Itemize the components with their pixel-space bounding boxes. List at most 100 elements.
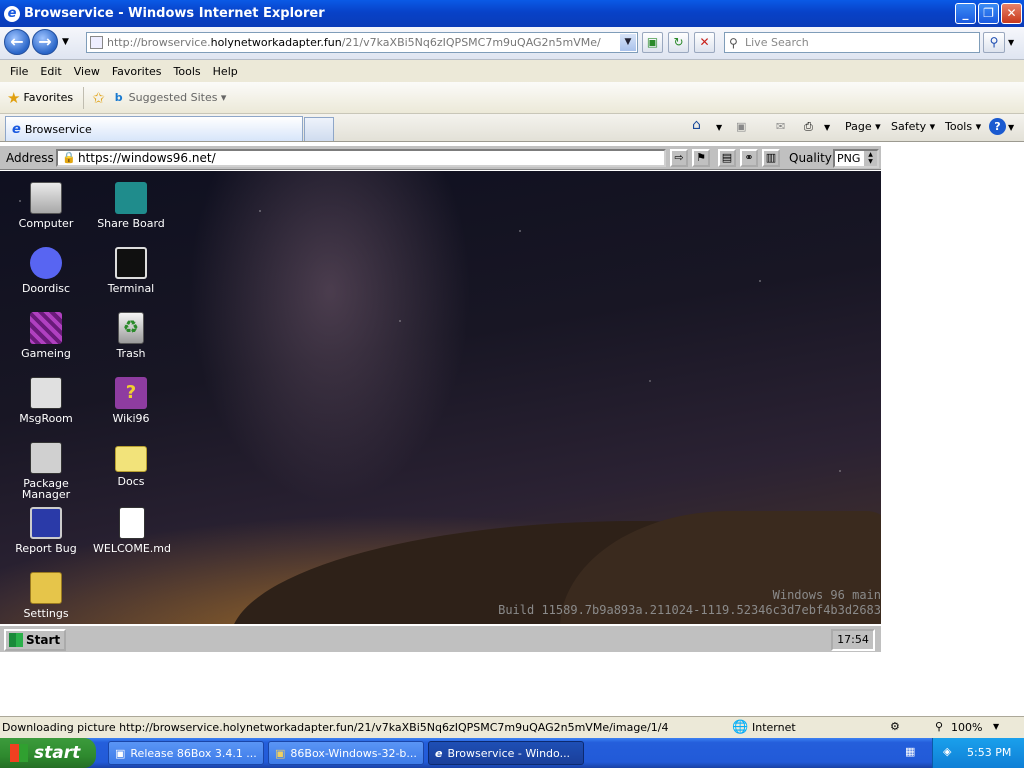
start-button[interactable]: . start [0, 738, 96, 768]
browservice-toolbar: Address 🔒 https://windows96.net/ ⇨ ⚑ ▤ ⚭… [0, 146, 881, 170]
menu-view[interactable]: View [68, 65, 106, 78]
home-icon[interactable]: ⌂ [692, 117, 701, 133]
windows-flag-icon: . [10, 744, 28, 762]
go-icon[interactable]: ⇨ [670, 149, 688, 167]
cube-icon [30, 312, 62, 344]
url-field[interactable]: http://browservice. holynetworkadapter.fu… [86, 32, 638, 53]
maximize-button[interactable]: ❐ [978, 3, 999, 24]
quality-select[interactable]: PNG ▲ ▼ [833, 149, 879, 168]
zoom-level[interactable]: 100% [951, 721, 982, 734]
network-icon[interactable]: ◈ [943, 745, 951, 758]
clipboard-icon[interactable]: ▤ [718, 149, 736, 167]
quality-value: PNG [837, 152, 861, 165]
desktop-icon-label: Computer [18, 217, 74, 230]
zoom-icon: ⚲ [935, 720, 944, 733]
menu-file[interactable]: File [4, 65, 34, 78]
read-mail-icon[interactable]: ✉ [776, 120, 785, 133]
help-icon[interactable]: ? [989, 118, 1006, 135]
home-dropdown-icon[interactable]: ▼ [716, 123, 722, 132]
ie-logo-icon: e [4, 5, 20, 22]
help-dropdown-icon[interactable]: ▼ [1008, 123, 1014, 132]
print-dropdown-icon[interactable]: ▼ [824, 123, 830, 132]
zoom-dropdown-icon[interactable]: ▼ [993, 722, 999, 731]
ie-tab-icon: e [12, 121, 21, 137]
compatibility-view-icon[interactable]: ▣ [642, 32, 663, 53]
build-watermark: Windows 96 main Build 11589.7b9a893a.211… [498, 588, 881, 618]
desktop-icon-gameing[interactable]: Gameing [4, 312, 88, 359]
recent-pages-dropdown-icon[interactable]: ▼ [62, 37, 69, 47]
desktop-icon-label: Doordisc [21, 282, 71, 295]
protected-mode-icon[interactable]: ⚙ [890, 720, 900, 733]
desktop-icon-package-manager[interactable]: Package Manager [4, 442, 88, 500]
navigation-bar: ← → ▼ http://browservice. holynetworkadap… [0, 27, 1024, 60]
desktop-icon-computer[interactable]: Computer [4, 182, 88, 229]
desktop-icon-docs[interactable]: Docs [89, 442, 173, 487]
taskbar-button-release[interactable]: ▣ Release 86Box 3.4.1 ... [108, 741, 264, 765]
menu-tools[interactable]: Tools [168, 65, 207, 78]
bookmark-icon[interactable]: ⚑ [692, 149, 710, 167]
keyboard-icon[interactable]: ▦ [905, 745, 915, 758]
markdown-file-icon [119, 507, 145, 539]
clock: 5:53 PM [967, 746, 1012, 759]
desktop-icon-wiki96[interactable]: ? Wiki96 [89, 377, 173, 424]
paste-icon[interactable]: ▥ [762, 149, 780, 167]
close-button[interactable]: ✕ [1001, 3, 1022, 24]
safety-menu[interactable]: Safety ▾ [891, 120, 935, 133]
print-icon[interactable]: ⎙ [804, 120, 813, 134]
windows96-clock: 17:54 [831, 629, 875, 651]
desktop-icon-msgroom[interactable]: MsgRoom [4, 377, 88, 424]
desktop-icon-label: WELCOME.md [93, 542, 171, 555]
search-options-icon[interactable]: ▼ [1008, 38, 1014, 47]
discord-icon [30, 247, 62, 279]
lock-icon: 🔒 [62, 151, 76, 164]
browservice-url-text: https://windows96.net/ [78, 151, 216, 165]
suggested-sites-button[interactable]: Suggested Sites ▾ [129, 91, 227, 104]
tools-menu[interactable]: Tools ▾ [945, 120, 981, 133]
page-menu[interactable]: Page ▾ [845, 120, 881, 133]
favorites-button[interactable]: Favorites [23, 91, 73, 104]
windows-taskbar: . start ▣ Release 86Box 3.4.1 ... ▣ 86Box-… [0, 738, 1024, 768]
address-label: Address [6, 151, 54, 165]
desktop-icon-settings[interactable]: Settings [4, 572, 88, 619]
taskbar-button-label: Browservice - Windo... [447, 746, 571, 760]
desktop-icon-label: Report Bug [15, 542, 77, 555]
forward-button[interactable]: → [32, 29, 58, 55]
desktop-icon-label: Gameing [21, 347, 71, 360]
minimize-button[interactable]: _ [955, 3, 976, 24]
menu-edit[interactable]: Edit [34, 65, 67, 78]
taskbar-button-86box[interactable]: ▣ 86Box-Windows-32-b... [268, 741, 424, 765]
find-icon[interactable]: ⚭ [740, 149, 758, 167]
build-line-1: Windows 96 main [772, 588, 881, 602]
recycle-bin-icon: ♻ [118, 312, 144, 344]
taskbar-button-browservice[interactable]: e Browservice - Windo... [428, 741, 584, 765]
url-dropdown-icon[interactable]: ▼ [620, 34, 636, 51]
search-icon[interactable]: ⚲ [983, 32, 1005, 53]
title-bar[interactable]: e Browservice - Windows Internet Explore… [0, 0, 1024, 27]
add-to-favorites-icon[interactable]: ✩ [92, 89, 105, 107]
desktop-icon-label: Docs [117, 475, 145, 488]
refresh-icon[interactable]: ↻ [668, 32, 689, 53]
tab-browservice[interactable]: e Browservice [5, 116, 303, 141]
start-label: Start [26, 633, 61, 647]
new-tab-button[interactable] [304, 117, 334, 141]
quality-spinner-icon[interactable]: ▲ ▼ [864, 151, 877, 166]
desktop-icon-trash[interactable]: ♻ Trash [89, 312, 173, 359]
desktop-icon-share-board[interactable]: Share Board [89, 182, 173, 229]
desktop-icon-terminal[interactable]: Terminal [89, 247, 173, 294]
page-content: Address 🔒 https://windows96.net/ ⇨ ⚑ ▤ ⚭… [0, 142, 1024, 716]
desktop-icon-doordisc[interactable]: Doordisc [4, 247, 88, 294]
browservice-url-input[interactable]: 🔒 https://windows96.net/ [56, 149, 666, 167]
windows96-start-button[interactable]: Start [4, 629, 66, 651]
feeds-icon[interactable]: ▣ [736, 120, 746, 133]
windows96-desktop[interactable]: Computer Share Board Doordisc Terminal G… [0, 171, 881, 624]
menu-favorites[interactable]: Favorites [106, 65, 168, 78]
menu-help[interactable]: Help [207, 65, 244, 78]
stop-icon[interactable]: ✕ [694, 32, 715, 53]
menu-bar: File Edit View Favorites Tools Help [0, 60, 1024, 82]
desktop-icon-welcome[interactable]: WELCOME.md [89, 507, 175, 554]
status-bar: Downloading picture http://browservice.h… [0, 716, 1024, 738]
back-button[interactable]: ← [4, 29, 30, 55]
search-input[interactable]: ⚲ Live Search [724, 32, 980, 53]
security-zone[interactable]: Internet [752, 721, 796, 734]
desktop-icon-report-bug[interactable]: Report Bug [4, 507, 88, 554]
